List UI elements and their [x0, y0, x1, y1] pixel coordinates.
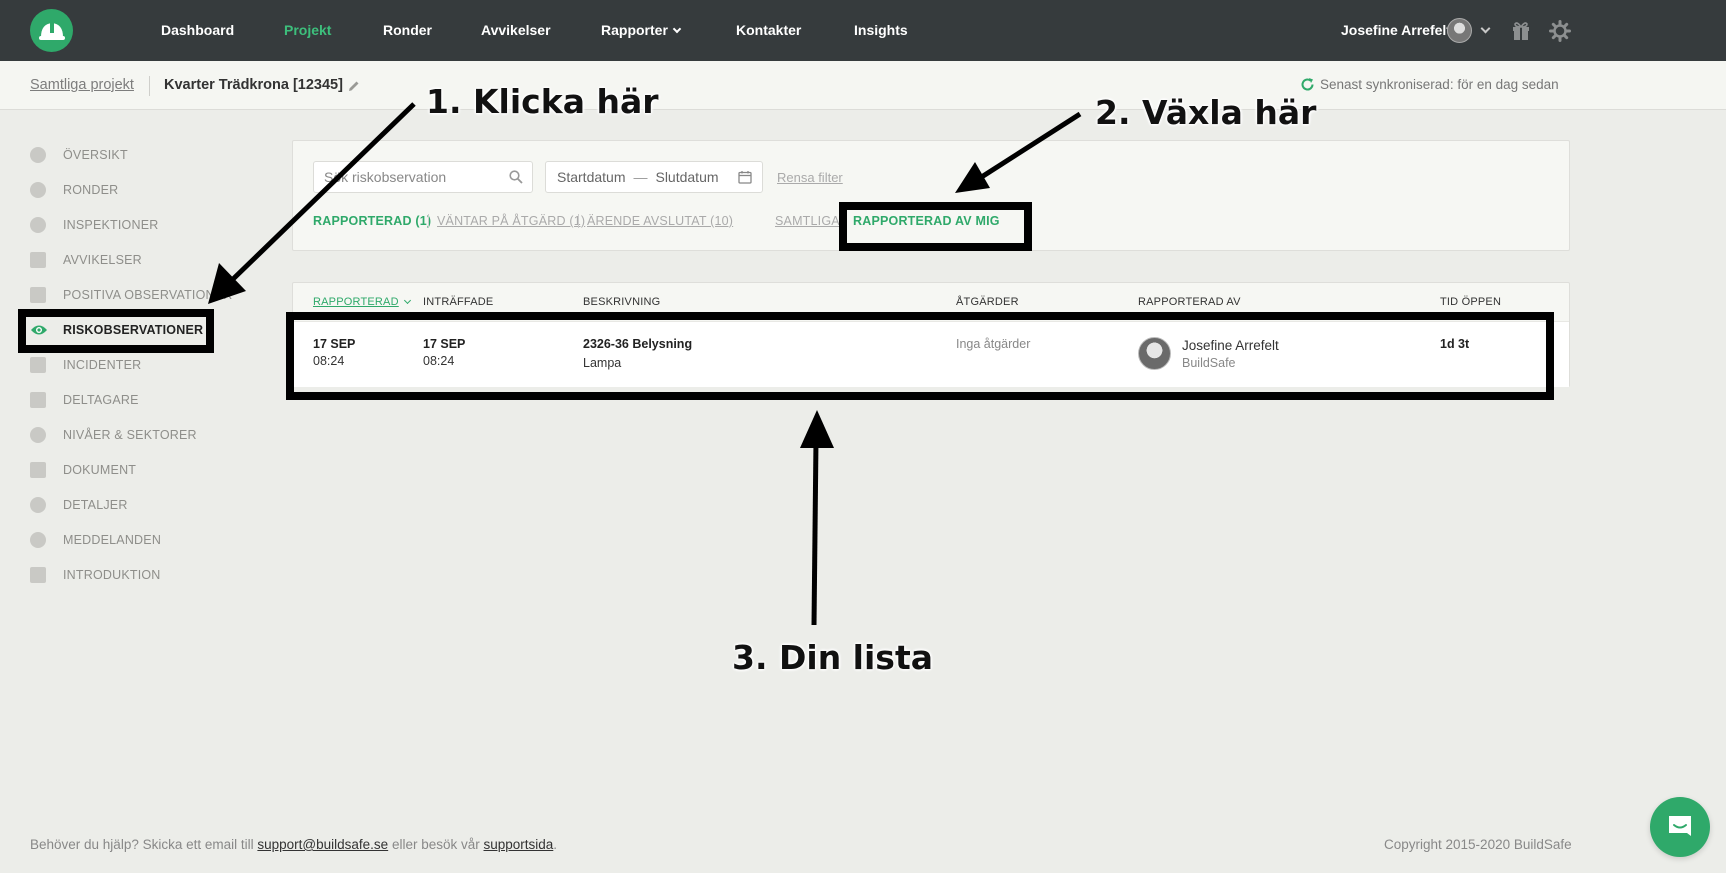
top-navigation: Dashboard Projekt Ronder Avvikelser Rapp…: [0, 0, 1726, 61]
sidebar-item-detaljer[interactable]: DETALJER: [30, 495, 128, 515]
gift-icon[interactable]: [1512, 21, 1530, 41]
more-icon: [30, 497, 46, 513]
footer-help-prefix: Behöver du hjälp? Skicka ett email till: [30, 837, 254, 852]
incident-icon: [30, 357, 46, 373]
document-icon: [30, 462, 46, 478]
tab-divider: [578, 214, 579, 228]
sidebar-item-positiva-observationer[interactable]: POSITIVA OBSERVATIONER: [30, 285, 233, 305]
nav-rapporter[interactable]: Rapporter: [601, 0, 682, 61]
column-header-rapporterad[interactable]: RAPPORTERAD: [313, 296, 411, 308]
annotation-step1: 1. Klicka här: [426, 82, 659, 121]
user-avatar[interactable]: [1447, 18, 1472, 43]
nav-avvikelser[interactable]: Avvikelser: [481, 0, 551, 61]
sidebar-item-inspektioner[interactable]: INSPEKTIONER: [30, 215, 158, 235]
deviation-icon: [30, 252, 46, 268]
column-header-rapporterad-av[interactable]: RAPPORTERAD AV: [1138, 296, 1241, 308]
breadcrumb-project-name: Kvarter Trädkrona [12345]: [164, 77, 343, 93]
end-date-field[interactable]: Slutdatum: [655, 169, 718, 185]
tab-samtliga[interactable]: SAMTLIGA: [775, 214, 840, 228]
column-header-label: RAPPORTERAD: [313, 296, 399, 308]
sidebar-item-oversikt[interactable]: ÖVERSIKT: [30, 145, 128, 165]
start-date-field[interactable]: Startdatum: [557, 169, 625, 185]
chat-icon: [1669, 816, 1691, 836]
footer-help-suffix: .: [553, 837, 558, 852]
sidebar-item-label: MEDDELANDEN: [63, 533, 162, 547]
pencil-icon[interactable]: [348, 80, 360, 92]
sidebar-item-introduktion[interactable]: INTRODUKTION: [30, 565, 161, 585]
annotation-step3: 3. Din lista: [732, 638, 933, 677]
nav-kontakter[interactable]: Kontakter: [736, 0, 801, 61]
buildsafe-logo[interactable]: [30, 9, 73, 52]
sync-icon: [1301, 78, 1314, 91]
helmet-icon: [30, 217, 46, 233]
person-icon: [30, 392, 46, 408]
nav-ronder[interactable]: Ronder: [383, 0, 432, 61]
sidebar-item-label: INTRODUKTION: [63, 568, 161, 582]
location-icon: [30, 427, 46, 443]
sidebar-item-label: ÖVERSIKT: [63, 148, 128, 162]
sidebar-item-label: NIVÅER & SEKTORER: [63, 428, 197, 442]
footer-help-middle: eller besök vår: [391, 837, 480, 852]
support-email-link[interactable]: support@buildsafe.se: [257, 837, 388, 852]
sidebar-item-dokument[interactable]: DOKUMENT: [30, 460, 136, 480]
breadcrumb-divider: [149, 76, 150, 96]
sidebar-item-label: RONDER: [63, 183, 119, 197]
footer-copyright: Copyright 2015-2020 BuildSafe: [1384, 837, 1572, 852]
column-header-beskrivning[interactable]: BESKRIVNING: [583, 296, 660, 308]
annotation-box-tab: [839, 202, 1032, 251]
annotation-step2: 2. Växla här: [1095, 93, 1317, 132]
sidebar-item-label: INSPEKTIONER: [63, 218, 159, 232]
sidebar-item-label: DELTAGARE: [63, 393, 139, 407]
project-header: Samtliga projekt Kvarter Trädkrona [1234…: [0, 61, 1726, 110]
chevron-down-icon: [672, 24, 682, 34]
sidebar-item-ronder[interactable]: RONDER: [30, 180, 118, 200]
chat-button[interactable]: [1650, 797, 1710, 857]
sidebar-item-meddelanden[interactable]: MEDDELANDEN: [30, 530, 161, 550]
nav-projekt[interactable]: Projekt: [284, 0, 331, 61]
sidebar-item-label: DETALJER: [63, 498, 128, 512]
sort-chevron-icon: [403, 296, 411, 305]
sidebar-item-avvikelser[interactable]: AVVIKELSER: [30, 250, 142, 270]
sidebar-item-label: INCIDENTER: [63, 358, 142, 372]
helmet-icon: [38, 22, 65, 40]
checklist-icon: [30, 567, 46, 583]
thumbs-up-icon: [30, 287, 46, 303]
date-separator: —: [633, 169, 648, 185]
calendar-icon[interactable]: [738, 170, 752, 184]
tab-arende-avslutat[interactable]: ÄRENDE AVSLUTAT (10): [587, 214, 733, 228]
column-header-atgarder[interactable]: ÅTGÄRDER: [956, 296, 1019, 308]
sidebar-item-label: POSITIVA OBSERVATIONER: [63, 288, 233, 302]
sidebar-item-nivaer-sektorer[interactable]: NIVÅER & SEKTORER: [30, 425, 197, 445]
tab-rapporterad[interactable]: RAPPORTERAD (1): [313, 214, 431, 228]
clear-filter-link[interactable]: Rensa filter: [777, 170, 843, 185]
annotation-box-list: [286, 312, 1554, 400]
column-header-intraffade[interactable]: INTRÄFFADE: [423, 296, 493, 308]
annotation-arrows: [208, 102, 1082, 626]
breadcrumb-all-projects[interactable]: Samtliga projekt: [30, 77, 134, 93]
search-icon[interactable]: [509, 170, 523, 184]
column-header-tid-oppen[interactable]: TID ÖPPEN: [1440, 296, 1501, 308]
search-input[interactable]: [315, 163, 495, 191]
tab-vantar-pa-atgard[interactable]: VÄNTAR PÅ ÅTGÄRD (1): [437, 214, 585, 228]
user-name[interactable]: Josefine Arrefelt: [1341, 0, 1451, 61]
tab-divider: [428, 214, 429, 228]
user-menu-chevron-icon[interactable]: [1480, 23, 1491, 34]
sidebar-item-label: AVVIKELSER: [63, 253, 142, 267]
sync-status: Senast synkroniserad: för en dag sedan: [1320, 77, 1559, 92]
annotation-box-sidebar: [18, 309, 214, 353]
nav-rapporter-label: Rapporter: [601, 22, 668, 38]
gear-icon[interactable]: [1549, 20, 1571, 42]
date-range-picker[interactable]: Startdatum — Slutdatum: [545, 161, 763, 193]
search-field[interactable]: [313, 161, 533, 193]
round-icon: [30, 182, 46, 198]
nav-insights[interactable]: Insights: [854, 0, 908, 61]
footer-help: Behöver du hjälp? Skicka ett email till …: [30, 837, 557, 852]
sidebar-item-label: DOKUMENT: [63, 463, 137, 477]
sidebar-item-deltagare[interactable]: DELTAGARE: [30, 390, 139, 410]
info-icon: [30, 147, 46, 163]
bell-icon: [30, 532, 46, 548]
sidebar-item-incidenter[interactable]: INCIDENTER: [30, 355, 141, 375]
nav-dashboard[interactable]: Dashboard: [161, 0, 234, 61]
support-page-link[interactable]: supportsida: [484, 837, 554, 852]
